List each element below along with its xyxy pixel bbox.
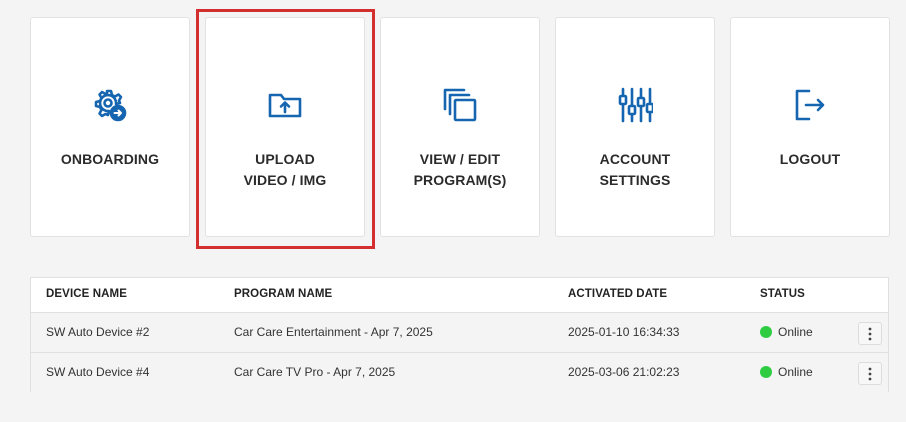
tile-account-settings[interactable]: ACCOUNT SETTINGS bbox=[555, 17, 715, 237]
row-menu-button[interactable] bbox=[858, 362, 882, 385]
tile-label: UPLOAD VIDEO / IMG bbox=[243, 151, 327, 188]
status-cell: Online bbox=[778, 365, 813, 379]
header-activated-date[interactable]: ACTIVATED DATE bbox=[568, 288, 667, 300]
header-device-name[interactable]: DEVICE NAME bbox=[46, 288, 127, 300]
gear-arrow-icon bbox=[94, 89, 127, 122]
copy-stack-icon bbox=[443, 88, 477, 122]
row-menu-button[interactable] bbox=[858, 322, 882, 345]
kebab-menu-icon bbox=[868, 327, 872, 341]
tile-label: ACCOUNT SETTINGS bbox=[599, 151, 671, 188]
program-name-cell: Car Care Entertainment - Apr 7, 2025 bbox=[234, 325, 433, 339]
table-header: DEVICE NAME PROGRAM NAME ACTIVATED DATE … bbox=[31, 278, 888, 313]
device-name-cell: SW Auto Device #2 bbox=[46, 325, 150, 339]
status-online-dot bbox=[760, 326, 772, 338]
tile-onboarding[interactable]: ONBOARDING bbox=[30, 17, 190, 237]
table-row[interactable]: SW Auto Device #2 Car Care Entertainment… bbox=[31, 313, 888, 353]
header-status[interactable]: STATUS bbox=[760, 288, 805, 300]
status-cell: Online bbox=[778, 325, 813, 339]
header-program-name[interactable]: PROGRAM NAME bbox=[234, 288, 332, 300]
tile-label: VIEW / EDIT PROGRAM(S) bbox=[413, 151, 507, 188]
status-online-dot bbox=[760, 366, 772, 378]
folder-upload-icon bbox=[268, 93, 302, 118]
sliders-icon bbox=[618, 87, 653, 123]
device-table: DEVICE NAME PROGRAM NAME ACTIVATED DATE … bbox=[30, 277, 889, 393]
tile-label: ONBOARDING bbox=[60, 151, 160, 167]
device-name-cell: SW Auto Device #4 bbox=[46, 365, 150, 379]
tile-upload[interactable]: UPLOAD VIDEO / IMG bbox=[205, 17, 365, 237]
kebab-menu-icon bbox=[868, 367, 872, 381]
program-name-cell: Car Care TV Pro - Apr 7, 2025 bbox=[234, 365, 396, 379]
activated-date-cell: 2025-01-10 16:34:33 bbox=[568, 325, 680, 339]
logout-icon bbox=[795, 89, 825, 121]
tile-logout[interactable]: LOGOUT bbox=[730, 17, 890, 237]
activated-date-cell: 2025-03-06 21:02:23 bbox=[568, 365, 680, 379]
tile-label: LOGOUT bbox=[779, 151, 841, 167]
tile-view-edit-programs[interactable]: VIEW / EDIT PROGRAM(S) bbox=[380, 17, 540, 237]
table-row[interactable]: SW Auto Device #4 Car Care TV Pro - Apr … bbox=[31, 353, 888, 393]
